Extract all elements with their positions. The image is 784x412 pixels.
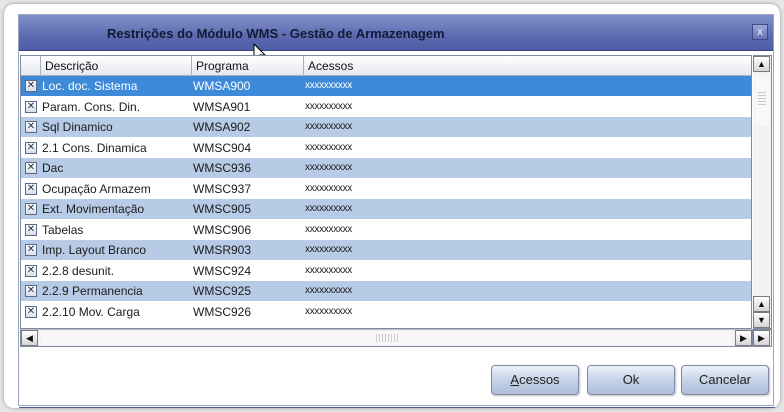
row-acessos: xxxxxxxxxx — [305, 121, 353, 132]
row-acessos: xxxxxxxxxx — [305, 305, 353, 317]
acessos-button[interactable]: Acessos — [491, 365, 579, 395]
title-bar[interactable]: Restrições do Módulo WMS - Gestão de Arm… — [19, 15, 773, 51]
row-programa: WMSC925 — [193, 284, 252, 298]
table-row[interactable]: ✕ Ocupação Armazem WMSC937 xxxxxxxxxx — [21, 178, 751, 199]
scroll-up-arrow-icon-lower[interactable]: ▲ — [753, 296, 770, 312]
bottom-divider — [19, 407, 775, 408]
row-descricao: 2.2.9 Permanencia — [42, 284, 143, 298]
checked-box-icon[interactable]: ✕ — [25, 80, 37, 92]
row-programa: WMSC926 — [193, 304, 252, 319]
table-row[interactable]: ✕ 2.2.10 Mov. Carga WMSC926 xxxxxxxxxx — [21, 301, 751, 322]
table-row[interactable]: ✕ Tabelas WMSC906 xxxxxxxxxx — [21, 219, 751, 240]
cancelar-button[interactable]: Cancelar — [681, 365, 769, 395]
checked-box-icon[interactable]: ✕ — [25, 264, 37, 277]
table-row[interactable]: ✕ Loc. doc. Sistema WMSA900 xxxxxxxxxx — [21, 76, 751, 97]
row-acessos: xxxxxxxxxx — [305, 203, 353, 214]
vertical-scrollbar[interactable]: ▲ ▲ ▼ — [753, 55, 772, 329]
checked-box-icon[interactable]: ✕ — [25, 203, 37, 215]
row-descricao: 2.2.8 desunit. — [42, 263, 115, 278]
checked-box-icon[interactable]: ✕ — [25, 100, 37, 113]
row-programa: WMSA902 — [193, 120, 251, 134]
scroll-down-arrow-icon[interactable]: ▼ — [753, 312, 770, 328]
row-descricao: Tabelas — [42, 222, 84, 237]
grip-icon — [758, 92, 766, 106]
row-descricao: Sql Dinamico — [42, 120, 113, 134]
table-header: Descrição Programa Acessos — [21, 56, 751, 76]
table-body: ✕ Loc. doc. Sistema WMSA900 xxxxxxxxxx ✕ Para… — [21, 76, 751, 322]
table-row[interactable]: ✕ 2.1 Cons. Dinamica WMSC904 xxxxxxxxxx — [21, 137, 751, 158]
row-programa: WMSC906 — [193, 222, 252, 237]
checked-box-icon[interactable]: ✕ — [25, 141, 37, 154]
checked-box-icon[interactable]: ✕ — [25, 244, 37, 256]
row-acessos: xxxxxxxxxx — [305, 223, 353, 235]
table-row[interactable]: ✕ Param. Cons. Din. WMSA901 xxxxxxxxxx — [21, 96, 751, 117]
row-acessos: xxxxxxxxxx — [305, 162, 353, 173]
row-programa: WMSC904 — [193, 140, 252, 155]
header-acessos[interactable]: Acessos — [304, 56, 751, 76]
scroll-right-arrow-icon[interactable]: ▶ — [735, 330, 752, 346]
row-programa: WMSA900 — [193, 79, 251, 93]
checked-box-icon[interactable]: ✕ — [25, 121, 37, 133]
checked-box-icon[interactable]: ✕ — [25, 162, 37, 174]
restrictions-table: Descrição Programa Acessos ✕ Loc. doc. Si… — [20, 55, 752, 329]
scroll-left-arrow-icon[interactable]: ◀ — [21, 330, 38, 346]
row-descricao: Loc. doc. Sistema — [42, 79, 138, 93]
row-descricao: Param. Cons. Din. — [42, 99, 141, 114]
header-programa[interactable]: Programa — [192, 56, 304, 76]
row-programa: WMSC905 — [193, 202, 252, 216]
table-row[interactable]: ✕ Ext. Movimentação WMSC905 xxxxxxxxxx — [21, 199, 751, 220]
window-title: Restrições do Módulo WMS - Gestão de Arm… — [107, 26, 445, 41]
checked-box-icon[interactable]: ✕ — [25, 182, 37, 195]
checked-box-icon[interactable]: ✕ — [25, 305, 37, 318]
header-descricao[interactable]: Descrição — [41, 56, 192, 76]
vertical-scroll-thumb[interactable] — [754, 76, 770, 126]
row-programa: WMSC937 — [193, 181, 252, 196]
restricoes-dialog: Restrições do Módulo WMS - Gestão de Arm… — [18, 14, 775, 408]
row-descricao: Ext. Movimentação — [42, 202, 145, 216]
row-acessos: xxxxxxxxxx — [305, 285, 353, 296]
row-programa: WMSR903 — [193, 243, 252, 257]
horizontal-scrollbar[interactable]: ◀ ▶ — [20, 329, 753, 347]
row-programa: WMSC936 — [193, 161, 252, 175]
row-descricao: Dac — [42, 161, 64, 175]
table-row[interactable]: ✕ Dac WMSC936 xxxxxxxxxx — [21, 158, 751, 179]
checked-box-icon[interactable]: ✕ — [25, 223, 37, 236]
row-programa: WMSA901 — [193, 99, 251, 114]
scroll-up-arrow-icon[interactable]: ▲ — [753, 56, 770, 72]
row-acessos: xxxxxxxxxx — [305, 182, 353, 194]
table-row[interactable]: ✕ 2.2.8 desunit. WMSC924 xxxxxxxxxx — [21, 260, 751, 281]
row-acessos: xxxxxxxxxx — [305, 264, 353, 276]
horizontal-scroll-thumb[interactable] — [41, 331, 731, 345]
row-acessos: xxxxxxxxxx — [305, 244, 353, 255]
scroll-right-arrow-icon-corner[interactable]: ▶ — [753, 330, 770, 346]
table-row[interactable]: ✕ Sql Dinamico WMSA902 xxxxxxxxxx — [21, 117, 751, 138]
checked-box-icon[interactable]: ✕ — [25, 285, 37, 297]
row-descricao: Imp. Layout Branco — [42, 243, 147, 257]
row-descricao: 2.1 Cons. Dinamica — [42, 140, 147, 155]
row-acessos: xxxxxxxxxx — [305, 100, 353, 112]
row-acessos: xxxxxxxxxx — [305, 141, 353, 153]
close-button[interactable]: x — [752, 24, 768, 40]
scroll-corner: ▶ — [753, 329, 772, 347]
ok-button[interactable]: Ok — [587, 365, 675, 395]
row-descricao: 2.2.10 Mov. Carga — [42, 304, 140, 319]
table-row[interactable]: ✕ Imp. Layout Branco WMSR903 xxxxxxxxxx — [21, 240, 751, 261]
row-descricao: Ocupação Armazem — [42, 181, 151, 196]
header-check-column — [21, 56, 41, 76]
table-row[interactable]: ✕ 2.2.9 Permanencia WMSC925 xxxxxxxxxx — [21, 281, 751, 302]
row-programa: WMSC924 — [193, 263, 252, 278]
row-acessos: xxxxxxxxxx — [305, 80, 353, 91]
grip-icon — [376, 334, 398, 342]
